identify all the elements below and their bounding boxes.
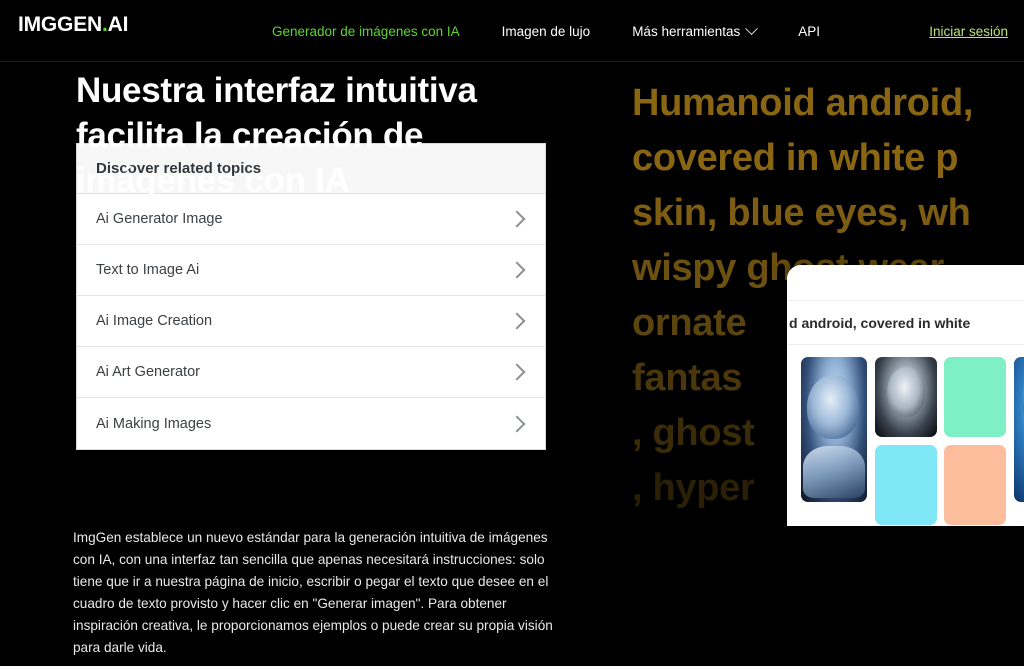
thumbnail-mint-placeholder[interactable] xyxy=(944,357,1006,437)
chevron-right-icon xyxy=(508,363,526,381)
nav-item-mas-herramientas[interactable]: Más herramientas xyxy=(632,21,759,39)
topic-item-ai-making-images[interactable]: Ai Making Images xyxy=(77,398,545,449)
topic-item-label: Ai Image Creation xyxy=(96,313,213,329)
body-paragraph: ImgGen establece un nuevo estándar para … xyxy=(73,530,553,655)
nav-item-label: API xyxy=(798,23,820,39)
thumbnail-cyan-placeholder[interactable] xyxy=(875,445,937,525)
topic-item-label: Text to Image Ai xyxy=(96,262,200,278)
nav-item-api[interactable]: API xyxy=(798,24,820,39)
site-logo[interactable]: IMGGEN.AI xyxy=(18,13,128,37)
nav-item-label: Más herramientas xyxy=(632,23,741,39)
chevron-down-icon xyxy=(745,21,759,35)
app-panel-prompt-text: d android, covered in white xyxy=(787,301,1024,345)
thumbnail-grayscale-android-face[interactable] xyxy=(875,357,937,437)
left-content-column: Nuestra interfaz intuitiva facilita la c… xyxy=(0,62,600,203)
topic-item-label: Ai Art Generator xyxy=(96,364,200,380)
login-link[interactable]: Iniciar sesión xyxy=(929,0,1008,62)
app-panel-toolbar xyxy=(787,265,1024,301)
nav-links-group: Generador de imágenes con IA Imagen de l… xyxy=(272,0,820,62)
topic-item-text-to-image-ai[interactable]: Text to Image Ai xyxy=(77,245,545,296)
background-prompt-line: skin, blue eyes, wh xyxy=(632,192,971,234)
thumbnail-peach-placeholder[interactable] xyxy=(944,445,1006,525)
nav-item-label: Imagen de lujo xyxy=(501,23,591,39)
topic-item-ai-art-generator[interactable]: Ai Art Generator xyxy=(77,347,545,398)
chevron-right-icon xyxy=(508,261,526,279)
background-prompt-line: covered in white p xyxy=(632,137,959,179)
nav-item-label: Generador de imágenes con IA xyxy=(272,23,460,39)
topic-item-label: Ai Generator Image xyxy=(96,211,223,227)
thumbnail-android-portrait-tall[interactable] xyxy=(801,357,867,502)
topic-item-ai-image-creation[interactable]: Ai Image Creation xyxy=(77,296,545,347)
logo-suffix-text: AI xyxy=(107,13,129,36)
top-navigation-bar: IMGGEN.AI Generador de imágenes con IA I… xyxy=(0,0,1024,62)
background-prompt-line: Humanoid android, xyxy=(632,82,974,124)
page-title: Nuestra interfaz intuitiva facilita la c… xyxy=(76,71,477,200)
page-root: IMGGEN.AI Generador de imágenes con IA I… xyxy=(0,0,1024,666)
chevron-right-icon xyxy=(508,210,526,228)
thumbnail-blue-android-portrait[interactable] xyxy=(1014,357,1024,502)
generated-image-grid xyxy=(787,345,1024,525)
login-label: Iniciar sesión xyxy=(929,23,1008,39)
topic-item-label: Ai Making Images xyxy=(96,415,212,432)
nav-item-generador-imagenes[interactable]: Generador de imágenes con IA xyxy=(272,24,460,39)
app-preview-panel: d android, covered in white xyxy=(787,265,1024,526)
nav-item-imagen-de-lujo[interactable]: Imagen de lujo xyxy=(502,24,591,39)
chevron-right-icon xyxy=(508,415,526,432)
chevron-right-icon xyxy=(508,312,526,330)
logo-main-text: IMGGEN xyxy=(18,13,102,36)
